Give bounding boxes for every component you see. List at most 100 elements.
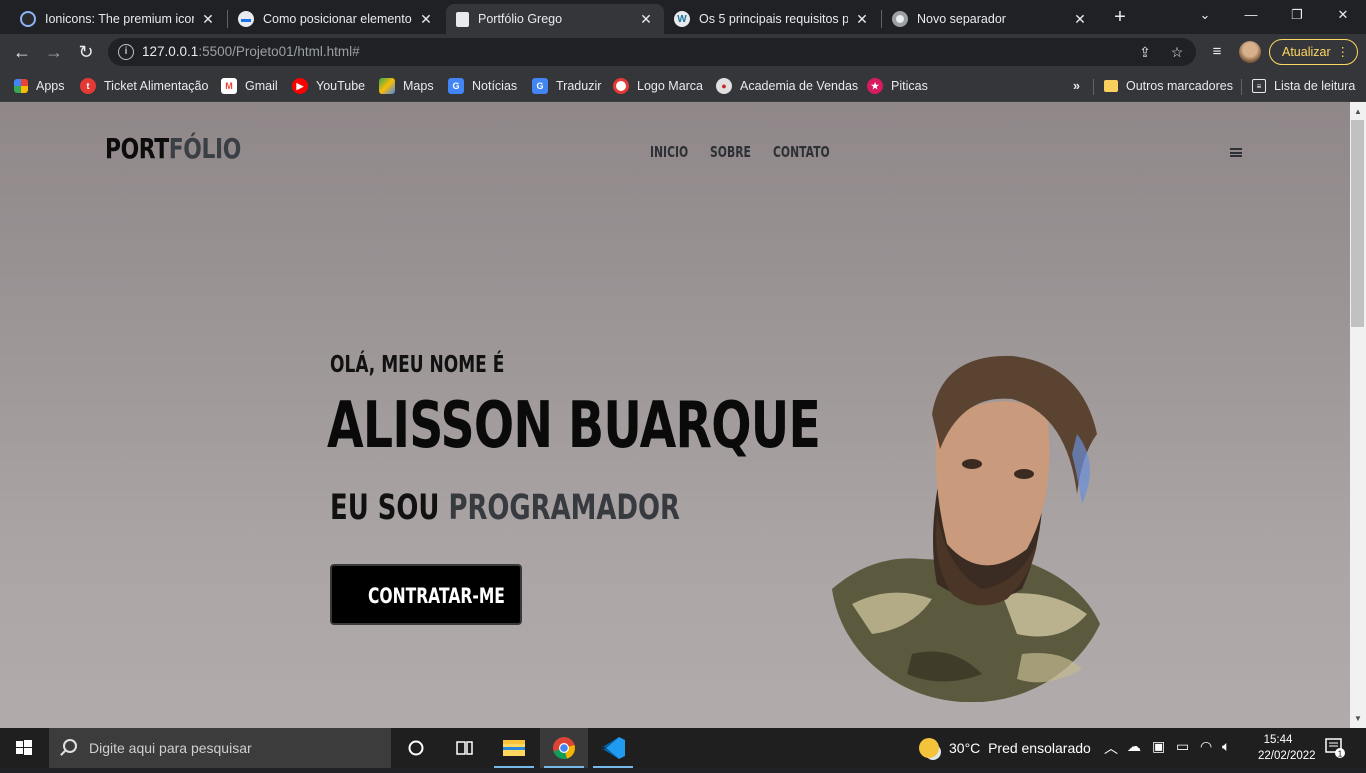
search-icon (63, 739, 77, 753)
system-clock[interactable]: 15:44 22/02/2022 (1258, 732, 1316, 764)
reload-button[interactable]: ↻ (74, 40, 98, 64)
gmail-icon: M (221, 78, 237, 94)
profile-avatar[interactable] (1239, 41, 1261, 63)
share-icon[interactable]: ⇪ (1136, 43, 1154, 61)
nav-contato[interactable]: CONTATO (773, 143, 830, 161)
greeting-text: OLÁ, MEU NOME É (330, 352, 505, 378)
chrome-taskbar-button[interactable] (540, 728, 588, 768)
nav-sobre[interactable]: SOBRE (710, 143, 751, 161)
bookmarks-bar: Apps t Ticket Alimentação M Gmail ▶ YouT… (0, 70, 1366, 102)
youtube-icon: ▶ (292, 78, 308, 94)
bookmark-piticas[interactable]: ★ Piticas (867, 76, 928, 96)
scroll-up-arrow-icon[interactable]: ▲ (1350, 104, 1366, 120)
start-button[interactable] (0, 728, 48, 768)
tab-novo-separador[interactable]: Novo separador ✕ (882, 4, 1098, 34)
maps-icon (379, 78, 395, 94)
wifi-icon[interactable]: ◠ (1200, 738, 1212, 755)
news-icon: G (448, 78, 464, 94)
bookmark-logo-marca[interactable]: Logo Marca (613, 76, 703, 96)
notification-bubble-icon: 1 (1325, 738, 1345, 759)
reading-list-icon: ≡ (1252, 79, 1266, 93)
notification-center-icon[interactable]: 1 (1325, 738, 1345, 759)
cortana-circle-icon (408, 740, 424, 756)
bookmark-ticket[interactable]: t Ticket Alimentação (80, 76, 208, 96)
bookmark-traduzir[interactable]: G Traduzir (532, 76, 601, 96)
hire-me-button[interactable]: CONTRATAR-ME (330, 564, 522, 625)
site-logo[interactable]: PORTFÓLIO (105, 132, 241, 165)
tab-portfolio-grego[interactable]: Portfólio Grego ✕ (446, 4, 664, 34)
academia-icon: ● (716, 78, 732, 94)
bookmark-academia[interactable]: ● Academia de Vendas (716, 76, 858, 96)
reading-list-button[interactable]: ≡ Lista de leitura (1252, 76, 1355, 96)
minimize-button[interactable]: — (1228, 0, 1274, 30)
folder-icon (503, 740, 525, 756)
folder-icon (1104, 80, 1118, 92)
new-tab-button[interactable]: + (1109, 6, 1131, 28)
vscode-taskbar-button[interactable] (589, 728, 637, 768)
back-button[interactable]: ← (10, 40, 34, 64)
bookmark-gmail[interactable]: M Gmail (221, 76, 278, 96)
ticket-icon: t (80, 78, 96, 94)
bookmark-maps[interactable]: Maps (379, 76, 434, 96)
hero-name: ALISSON BUARQUE (327, 389, 821, 463)
address-bar[interactable]: i 127.0.0.1:5500/Projeto01/html.html# ⇪ … (108, 38, 1196, 66)
tab-wordpress[interactable]: W Os 5 principais requisitos para ✕ (664, 4, 880, 34)
forward-button[interactable]: → (42, 40, 66, 64)
taskbar-search-box[interactable]: Digite aqui para pesquisar (49, 728, 391, 768)
close-window-button[interactable]: ✕ (1320, 0, 1366, 30)
scroll-down-arrow-icon[interactable]: ▼ (1350, 711, 1366, 727)
windows-logo-icon (16, 740, 32, 755)
notification-count: 1 (1338, 750, 1343, 759)
chrome-icon (553, 737, 575, 760)
tab-ionicons[interactable]: Ionicons: The premium icon pack ✕ (10, 4, 226, 34)
chrome-icon (892, 11, 908, 27)
battery-icon[interactable]: ▭ (1176, 738, 1189, 755)
bookmark-noticias[interactable]: G Notícias (448, 76, 517, 96)
bookmark-divider (1241, 79, 1242, 95)
close-icon[interactable]: ✕ (200, 11, 216, 28)
nav-inicio[interactable]: INICIO (650, 143, 688, 161)
page-icon (456, 11, 469, 27)
browser-toolbar: ← → ↻ i 127.0.0.1:5500/Projeto01/html.ht… (0, 34, 1366, 70)
close-icon[interactable]: ✕ (854, 11, 870, 28)
task-view-icon (456, 741, 473, 755)
file-explorer-button[interactable] (490, 728, 538, 768)
close-icon[interactable]: ✕ (1072, 11, 1088, 28)
info-icon[interactable]: i (118, 44, 134, 60)
page-viewport: PORTFÓLIO INICIO SOBRE CONTATO OLÁ, MEU … (0, 102, 1350, 728)
translate-icon: G (532, 78, 548, 94)
logo-marca-icon (613, 78, 629, 94)
close-icon[interactable]: ✕ (418, 11, 434, 28)
update-button[interactable]: Atualizar ⋮ (1269, 39, 1358, 65)
stack-icon: ▬ (238, 11, 254, 27)
bookmark-apps[interactable]: Apps (14, 76, 65, 96)
more-menu-icon[interactable]: ⋮ (1337, 40, 1350, 64)
tray-chevron-up-icon[interactable]: ︿ (1104, 738, 1118, 758)
bookmark-outros[interactable]: Outros marcadores (1104, 76, 1233, 96)
device-icon[interactable]: ▣ (1152, 738, 1165, 755)
windows-taskbar: Digite aqui para pesquisar 30°C Pred ens… (0, 728, 1366, 768)
tab-strip: Ionicons: The premium icon pack ✕ ▬ Como… (0, 0, 1366, 34)
restore-button[interactable]: ❐ (1274, 0, 1320, 30)
media-queue-icon[interactable]: ≡ (1206, 41, 1228, 63)
close-icon[interactable]: ✕ (638, 11, 654, 28)
hamburger-menu-icon[interactable] (1230, 148, 1242, 157)
cortana-button[interactable] (392, 728, 440, 768)
wordpress-icon: W (674, 11, 690, 27)
browser-chrome: Ionicons: The premium icon pack ✕ ▬ Como… (0, 0, 1366, 102)
task-view-button[interactable] (440, 728, 488, 768)
star-icon[interactable]: ☆ (1168, 43, 1186, 61)
bookmarks-overflow-chevron-icon[interactable]: » (1073, 76, 1080, 96)
volume-icon[interactable]: 🔈︎ (1222, 738, 1230, 755)
apps-grid-icon (14, 79, 28, 93)
tab-search-chevron-icon[interactable]: ⌄ (1182, 0, 1228, 30)
scrollbar-thumb[interactable] (1351, 120, 1364, 327)
profile-photo (832, 355, 1100, 702)
url-text[interactable]: 127.0.0.1:5500/Projeto01/html.html# (142, 44, 360, 59)
bookmark-youtube[interactable]: ▶ YouTube (292, 76, 365, 96)
onedrive-cloud-icon[interactable]: ☁ (1127, 738, 1141, 755)
piticas-icon: ★ (867, 78, 883, 94)
weather-widget[interactable]: 30°C Pred ensolarado (919, 738, 1091, 758)
tab-como-posicionar[interactable]: ▬ Como posicionar elemento (div) ✕ (228, 4, 444, 34)
vscode-icon (601, 737, 625, 759)
